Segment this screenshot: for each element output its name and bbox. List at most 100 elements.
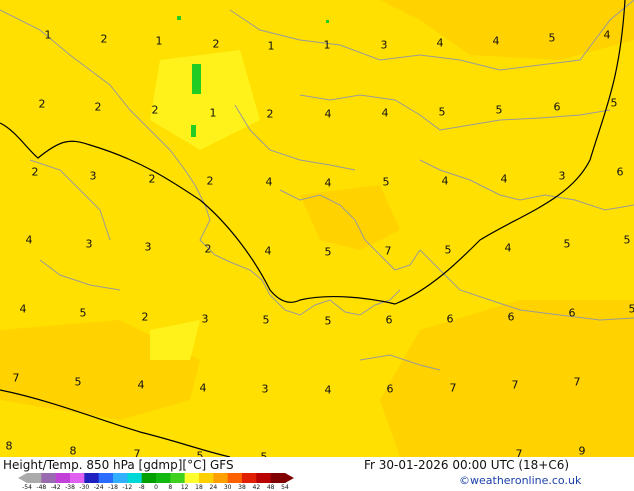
temperature-value: 6 <box>386 315 393 326</box>
credit-link[interactable]: ©weatheronline.co.uk <box>459 474 581 487</box>
temperature-value: 1 <box>324 40 331 51</box>
map-canvas <box>0 0 634 457</box>
temperature-value: 5 <box>80 308 87 319</box>
scale-segment <box>199 473 214 483</box>
temperature-value: 2 <box>101 34 108 45</box>
scale-segment <box>142 473 157 483</box>
temperature-value: 4 <box>493 36 500 47</box>
temperature-value: 5 <box>383 177 390 188</box>
temperature-value: 4 <box>325 178 332 189</box>
temperature-value: 5 <box>549 33 556 44</box>
scale-segment <box>256 473 271 483</box>
scale-segment <box>41 473 56 483</box>
temperature-value: 3 <box>262 384 269 395</box>
temperature-value: 4 <box>501 174 508 185</box>
temperature-value: 2 <box>267 109 274 120</box>
temperature-value: 4 <box>138 380 145 391</box>
weather-map: 1 2 1 2 1 1 3 4 4 5 4 2 2 2 1 2 4 4 5 5 6 5 2 3 2 2 4 4 5 4 4 3 6 4 3 3 2 4 5 7… <box>0 0 634 457</box>
temperature-value: 7 <box>13 373 20 384</box>
valid-time: Fr 30-01-2026 00:00 UTC (18+C6) <box>364 458 569 472</box>
temperature-value: 7 <box>574 377 581 388</box>
temperature-value: 8 <box>6 441 13 452</box>
temperature-value: 5 <box>629 304 634 315</box>
scale-segment <box>84 473 99 483</box>
temperature-value: 4 <box>604 30 611 41</box>
temperature-value: 8 <box>70 446 77 457</box>
temperature-value: 5 <box>75 377 82 388</box>
temperature-value: 4 <box>325 109 332 120</box>
scale-segment <box>156 473 171 483</box>
temperature-value: 2 <box>205 244 212 255</box>
temperature-value: 4 <box>437 38 444 49</box>
temperature-value: 4 <box>266 177 273 188</box>
scale-segment <box>228 473 243 483</box>
temperature-value: 1 <box>210 108 217 119</box>
scale-arrow-right-icon <box>285 473 294 483</box>
color-scale <box>18 472 294 484</box>
cold-patch <box>192 64 201 94</box>
temperature-value: 5 <box>263 315 270 326</box>
cold-patch <box>326 20 329 23</box>
temperature-value: 6 <box>554 102 561 113</box>
temperature-value: 7 <box>134 449 141 458</box>
temperature-value: 5 <box>325 316 332 327</box>
temperature-value: 5 <box>611 98 618 109</box>
temperature-value: 7 <box>450 383 457 394</box>
scale-segment <box>99 473 114 483</box>
temperature-value: 4 <box>325 385 332 396</box>
temperature-value: 2 <box>32 167 39 178</box>
temperature-value: 7 <box>385 246 392 257</box>
temperature-value: 2 <box>152 105 159 116</box>
temperature-value: 6 <box>569 308 576 319</box>
temperature-value: 1 <box>268 41 275 52</box>
map-title: Height/Temp. 850 hPa [gdmp][°C] GFS <box>3 458 234 472</box>
scale-segment <box>242 473 257 483</box>
temperature-value: 6 <box>508 312 515 323</box>
scale-segment <box>213 473 228 483</box>
temperature-value: 4 <box>382 108 389 119</box>
cold-patch <box>191 125 196 137</box>
scale-segment <box>56 473 71 483</box>
scale-segment <box>170 473 185 483</box>
temperature-value: 4 <box>505 243 512 254</box>
temperature-value: 2 <box>95 102 102 113</box>
temperature-value: 5 <box>325 247 332 258</box>
temperature-value: 6 <box>387 384 394 395</box>
temperature-value: 5 <box>496 105 503 116</box>
temperature-value: 2 <box>142 312 149 323</box>
scale-arrow-left-icon <box>18 473 27 483</box>
temperature-value: 3 <box>381 40 388 51</box>
temperature-value: 4 <box>20 304 27 315</box>
scale-segment <box>70 473 85 483</box>
temperature-value: 3 <box>86 239 93 250</box>
temperature-value: 3 <box>90 171 97 182</box>
scale-segment <box>127 473 142 483</box>
temperature-value: 5 <box>445 245 452 256</box>
temperature-value: 2 <box>207 176 214 187</box>
temperature-value: 2 <box>149 174 156 185</box>
temperature-value: 2 <box>39 99 46 110</box>
temperature-value: 3 <box>559 171 566 182</box>
temperature-value: 4 <box>26 235 33 246</box>
temperature-value: 2 <box>213 39 220 50</box>
temperature-value: 4 <box>200 383 207 394</box>
temperature-value: 3 <box>202 314 209 325</box>
temperature-value: 1 <box>156 36 163 47</box>
scale-segment <box>185 473 200 483</box>
temperature-value: 9 <box>579 446 586 457</box>
temperature-value: 4 <box>442 176 449 187</box>
scale-segment <box>113 473 128 483</box>
scale-segment <box>27 473 42 483</box>
temperature-value: 5 <box>624 235 631 246</box>
temperature-value: 7 <box>512 380 519 391</box>
temperature-value: 7 <box>516 449 523 458</box>
temperature-value: 5 <box>564 239 571 250</box>
temperature-value: 1 <box>45 30 52 41</box>
temperature-value: 6 <box>617 167 624 178</box>
scale-segment <box>271 473 286 483</box>
temperature-value: 5 <box>439 107 446 118</box>
temperature-value: 4 <box>265 246 272 257</box>
cold-patch <box>177 16 181 20</box>
temperature-value: 3 <box>145 242 152 253</box>
map-footer: Height/Temp. 850 hPa [gdmp][°C] GFS Fr 3… <box>0 457 634 490</box>
